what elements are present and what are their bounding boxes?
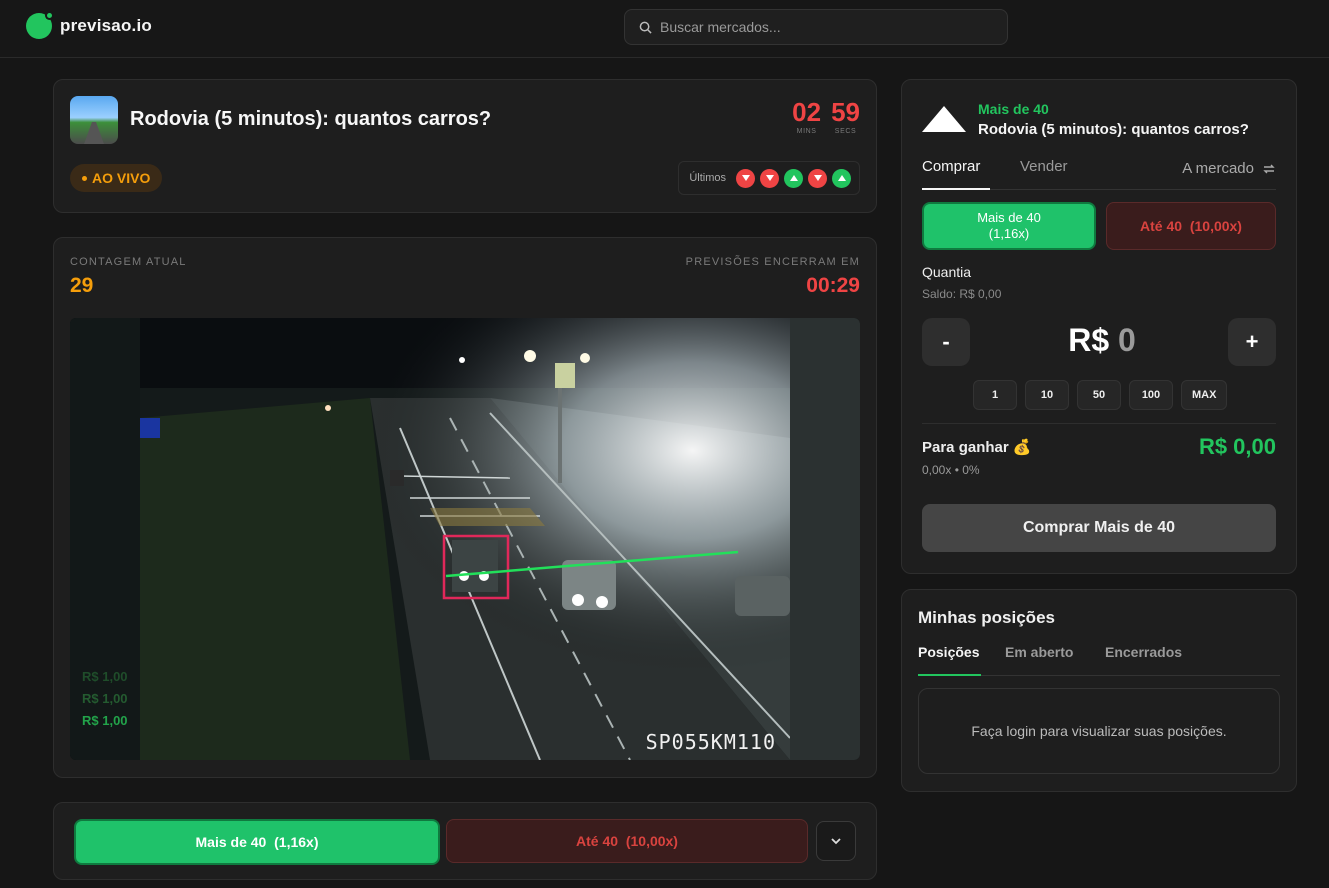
quick-yes-button[interactable]: Mais de 40 (1,16x) xyxy=(74,819,440,865)
result-down-icon xyxy=(760,168,779,188)
quick-yes-label: Mais de 40 xyxy=(195,834,267,850)
result-down-icon xyxy=(736,168,755,188)
top-bar: previsao.io xyxy=(0,0,1329,58)
ghost-value: R$ 1,00 xyxy=(82,691,128,706)
result-down-icon xyxy=(808,168,827,188)
gain-value: R$ 0,00 xyxy=(1198,434,1276,459)
outcome-no-label: Até 40 xyxy=(1140,218,1183,234)
closes-in-value: 00:29 xyxy=(806,274,860,297)
market-thumbnail xyxy=(70,96,118,144)
quick-bet-bar: Mais de 40 (1,16x) Até 40 (10,00x) xyxy=(53,802,877,880)
tab-open[interactable]: Em aberto xyxy=(1005,644,1073,676)
live-dot-icon xyxy=(82,175,87,181)
tab-positions[interactable]: Posições xyxy=(918,644,981,676)
last-results-list xyxy=(736,168,851,188)
gain-label: Para ganhar 💰 xyxy=(922,439,1032,456)
quick-yes-odds: (1,16x) xyxy=(274,834,319,850)
quick-no-button[interactable]: Até 40 (10,00x) xyxy=(446,819,808,863)
outcome-up-icon xyxy=(922,106,966,132)
quick-no-label: Até 40 xyxy=(576,833,619,849)
trade-market-title: Rodovia (5 minutos): quantos carros? xyxy=(978,121,1249,138)
ghost-value: R$ 1,00 xyxy=(82,669,128,684)
timer-mins: 02 xyxy=(792,97,822,127)
chip-1[interactable]: 1 xyxy=(973,380,1017,410)
current-count-value: 29 xyxy=(70,274,94,297)
live-count-card: CONTAGEM ATUAL 29 PREVISÕES ENCERRAM EM … xyxy=(53,237,877,778)
live-label: AO VIVO xyxy=(92,170,151,186)
swap-icon xyxy=(1263,164,1275,173)
trade-tabs: Comprar Vender A mercado xyxy=(922,158,1276,190)
market-header-card: Rodovia (5 minutos): quantos carros? 02 M… xyxy=(53,79,877,213)
search-bar[interactable] xyxy=(624,9,1008,45)
ghost-values: R$ 1,00 R$ 1,00 R$ 1,00 xyxy=(82,666,128,732)
timer-secs-label: SECS xyxy=(834,128,857,135)
decrease-button[interactable]: - xyxy=(922,318,970,366)
positions-tabs: Posições Em aberto Encerrados xyxy=(918,644,1280,676)
chevron-down-icon xyxy=(831,838,841,845)
order-type-selector[interactable]: A mercado xyxy=(1182,160,1276,177)
tab-sell[interactable]: Vender xyxy=(1020,158,1068,190)
timer-mins-label: MINS xyxy=(796,128,817,135)
logo-icon xyxy=(26,11,54,39)
tab-closed[interactable]: Encerrados xyxy=(1105,644,1182,676)
balance: Saldo: R$ 0,00 xyxy=(922,287,1002,301)
outcome-yes-label: Mais de 40 xyxy=(977,210,1041,225)
tab-buy[interactable]: Comprar xyxy=(922,158,990,190)
camera-label: SP055KM110 xyxy=(645,730,776,754)
ghost-value: R$ 1,00 xyxy=(82,713,128,728)
selected-outcome: Mais de 40 xyxy=(978,101,1049,117)
live-badge: AO VIVO xyxy=(70,164,163,192)
divider xyxy=(922,423,1276,424)
amount-value: 0 xyxy=(1118,322,1136,358)
order-type-label: A mercado xyxy=(1182,160,1254,177)
result-up-icon xyxy=(784,168,803,188)
countdown-timer: 02 MINS 59 SECS xyxy=(792,98,860,135)
increase-button[interactable]: + xyxy=(1228,318,1276,366)
outcome-yes-button[interactable]: Mais de 40 (1,16x) xyxy=(922,202,1096,250)
camera-feed: SP055KM110 R$ 1,00 R$ 1,00 R$ 1,00 xyxy=(70,318,860,760)
camera-frame xyxy=(70,318,860,760)
positions-empty-state: Faça login para visualizar suas posições… xyxy=(918,688,1280,774)
result-up-icon xyxy=(832,168,851,188)
brand-name: previsao.io xyxy=(60,16,152,35)
chip-100[interactable]: 100 xyxy=(1129,380,1173,410)
positions-card: Minhas posições Posições Em aberto Encer… xyxy=(901,589,1297,792)
amount-currency: R$ xyxy=(1068,322,1110,358)
chip-10[interactable]: 10 xyxy=(1025,380,1069,410)
last-results-label: Últimos xyxy=(689,172,726,184)
quick-no-odds: (10,00x) xyxy=(625,833,678,849)
outcome-no-button[interactable]: Até 40 (10,00x) xyxy=(1106,202,1276,250)
search-icon xyxy=(639,21,652,34)
market-title: Rodovia (5 minutos): quantos carros? xyxy=(130,108,492,130)
logo[interactable]: previsao.io xyxy=(26,11,152,39)
gain-subtext: 0,00x • 0% xyxy=(922,463,980,477)
quantity-label: Quantia xyxy=(922,264,972,280)
chip-max[interactable]: MAX xyxy=(1181,380,1228,410)
trade-panel: Mais de 40 Rodovia (5 minutos): quantos … xyxy=(901,79,1297,574)
expand-button[interactable] xyxy=(816,821,856,861)
chip-50[interactable]: 50 xyxy=(1077,380,1121,410)
amount-chips: 1 10 50 100 MAX xyxy=(973,380,1228,410)
last-results: Últimos xyxy=(678,161,860,195)
current-count-label: CONTAGEM ATUAL xyxy=(70,256,187,268)
outcome-no-odds: (10,00x) xyxy=(1189,218,1242,234)
search-input[interactable] xyxy=(660,19,980,35)
buy-button[interactable]: Comprar Mais de 40 xyxy=(922,504,1276,552)
amount-display[interactable]: R$ 0 xyxy=(1042,322,1162,359)
outcome-yes-odds: (1,16x) xyxy=(988,226,1030,241)
closes-in-label: PREVISÕES ENCERRAM EM xyxy=(685,256,860,268)
timer-secs: 59 xyxy=(831,97,860,127)
positions-title: Minhas posições xyxy=(918,608,1055,627)
